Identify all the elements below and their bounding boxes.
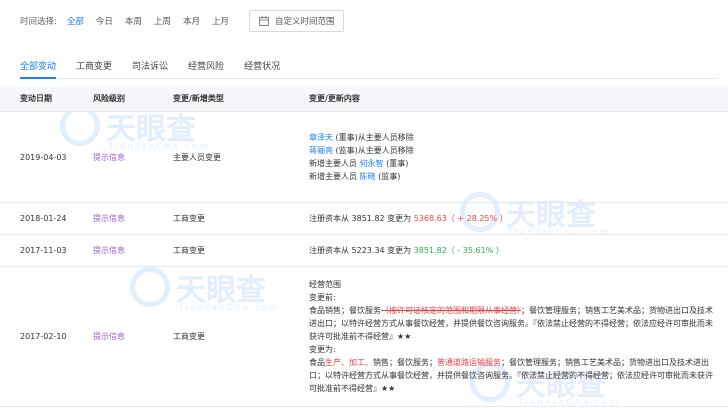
filter-last-month[interactable]: 上月 xyxy=(212,15,229,27)
row-date: 2017-11-03 xyxy=(20,246,67,255)
filter-this-month[interactable]: 本月 xyxy=(183,15,200,27)
header-date: 变动日期 xyxy=(20,94,52,103)
filter-last-week[interactable]: 上周 xyxy=(154,15,171,27)
filter-today[interactable]: 今日 xyxy=(96,15,113,27)
row-change-type: 工商变更 xyxy=(173,246,205,255)
tab-operating-status[interactable]: 经营状况 xyxy=(244,59,280,78)
change-prefix: 新增主要人员 xyxy=(309,172,360,181)
risk-badge[interactable]: 提示信息 xyxy=(93,213,173,224)
risk-badge[interactable]: 提示信息 xyxy=(93,245,173,256)
filter-this-week[interactable]: 本周 xyxy=(125,15,142,27)
change-text: (董事)从主要人员移除 xyxy=(333,133,414,142)
capital-change-percent: （ + 28.25% ） xyxy=(446,214,508,223)
row-change-type: 工商变更 xyxy=(173,214,205,223)
header-risk-level: 风险级别 xyxy=(93,94,125,103)
before-scope: 食品销售；餐饮服务（按许可证核定的范围和期限从事经营）；餐饮管理服务；销售工艺美… xyxy=(309,304,714,343)
after-scope-text: 食品 xyxy=(309,358,325,367)
personnel-change-line: 新增主要人员 何永智 (董事) xyxy=(309,157,714,170)
row-date: 2017-02-10 xyxy=(20,332,67,341)
row-change-content: 经营范围 变更前: 食品销售；餐饮服务（按许可证核定的范围和期限从事经营）；餐饮… xyxy=(309,278,728,395)
row-change-content: 注册资本从 5223.34 变更为 3851.82（ - 35.61% ） xyxy=(309,244,728,257)
row-change-content: 章泽天 (董事)从主要人员移除 蒋骊亮 (监事)从主要人员移除 新增主要人员 何… xyxy=(309,131,728,183)
table-row: 2017-02-10 提示信息 工商变更 经营范围 变更前: 食品销售；餐饮服务… xyxy=(0,267,728,407)
added-scope-text: 生产、加工、 xyxy=(325,358,373,367)
person-link[interactable]: 何永智 xyxy=(360,159,384,168)
after-label: 变更为: xyxy=(309,345,336,354)
personnel-change-line: 蒋骊亮 (监事)从主要人员移除 xyxy=(309,144,714,157)
custom-range-label: 自定义时间范围 xyxy=(274,17,335,27)
capital-change-percent: （ - 35.61% ） xyxy=(446,246,504,255)
table-row: 2019-04-03 提示信息 主要人员变更 章泽天 (董事)从主要人员移除 蒋… xyxy=(0,112,728,203)
before-label: 变更前: xyxy=(309,293,336,302)
time-filter-bar: 时间选择: 全部 今日 本周 上周 本月 上月 自定义时间范围 xyxy=(20,10,345,32)
personnel-change-line: 章泽天 (董事)从主要人员移除 xyxy=(309,131,714,144)
change-text: (董事) xyxy=(383,159,409,168)
before-scope-text: 食品销售；餐饮服务 xyxy=(309,306,381,315)
tab-operating-risk[interactable]: 经营风险 xyxy=(188,59,224,78)
person-link[interactable]: 蒋骊亮 xyxy=(309,146,333,155)
change-text: (监事)从主要人员移除 xyxy=(333,146,414,155)
header-change-type: 变更/新增类型 xyxy=(173,94,224,103)
change-text: (监事) xyxy=(375,172,401,181)
capital-new-value: 5368.63 xyxy=(413,214,447,223)
capital-change-text: 注册资本从 3851.82 变更为 xyxy=(309,214,414,223)
table-row: 2017-11-03 提示信息 工商变更 注册资本从 5223.34 变更为 3… xyxy=(0,235,728,267)
person-link[interactable]: 陈晓 xyxy=(360,172,376,181)
scope-title: 经营范围 xyxy=(309,280,341,289)
tab-judicial[interactable]: 司法诉讼 xyxy=(132,59,168,78)
personnel-change-line: 新增主要人员 陈晓 (监事) xyxy=(309,170,714,183)
custom-range-button[interactable]: 自定义时间范围 xyxy=(248,10,345,32)
added-scope-text: 普通道路运输服务 xyxy=(437,358,501,367)
capital-change-text: 注册资本从 5223.34 变更为 xyxy=(309,246,414,255)
row-date: 2018-01-24 xyxy=(20,214,67,223)
calendar-icon xyxy=(258,16,269,26)
person-link[interactable]: 章泽天 xyxy=(309,133,333,142)
row-change-type: 主要人员变更 xyxy=(173,152,221,162)
row-change-type: 工商变更 xyxy=(173,332,205,341)
filter-all[interactable]: 全部 xyxy=(67,15,84,27)
removed-scope-text: （按许可证核定的范围和期限从事经营） xyxy=(381,306,521,315)
change-records-table: 变动日期 风险级别 变更/新增类型 变更/更新内容 2019-04-03 提示信… xyxy=(0,86,728,407)
capital-new-value: 3851.82 xyxy=(413,246,447,255)
after-scope: 食品生产、加工、销售；餐饮服务；普通道路运输服务；餐饮管理服务；销售工艺美术品；… xyxy=(309,356,714,395)
change-prefix: 新增主要人员 xyxy=(309,159,360,168)
row-date: 2019-04-03 xyxy=(20,152,67,162)
tab-business-changes[interactable]: 工商变更 xyxy=(76,59,112,78)
time-filter-label: 时间选择: xyxy=(20,17,57,27)
risk-badge[interactable]: 提示信息 xyxy=(93,331,173,342)
table-header: 变动日期 风险级别 变更/新增类型 变更/更新内容 xyxy=(0,86,728,112)
after-scope-text: 销售；餐饮服务； xyxy=(373,358,437,367)
table-row: 2018-01-24 提示信息 工商变更 注册资本从 3851.82 变更为 5… xyxy=(0,203,728,235)
risk-badge[interactable]: 提示信息 xyxy=(93,152,173,163)
category-tabs: 全部变动 工商变更 司法诉讼 经营风险 经营状况 xyxy=(20,59,718,79)
tab-all-changes[interactable]: 全部变动 xyxy=(20,59,57,79)
row-change-content: 注册资本从 3851.82 变更为 5368.63（ + 28.25% ） xyxy=(309,212,728,225)
header-change-content: 变更/更新内容 xyxy=(309,94,360,103)
